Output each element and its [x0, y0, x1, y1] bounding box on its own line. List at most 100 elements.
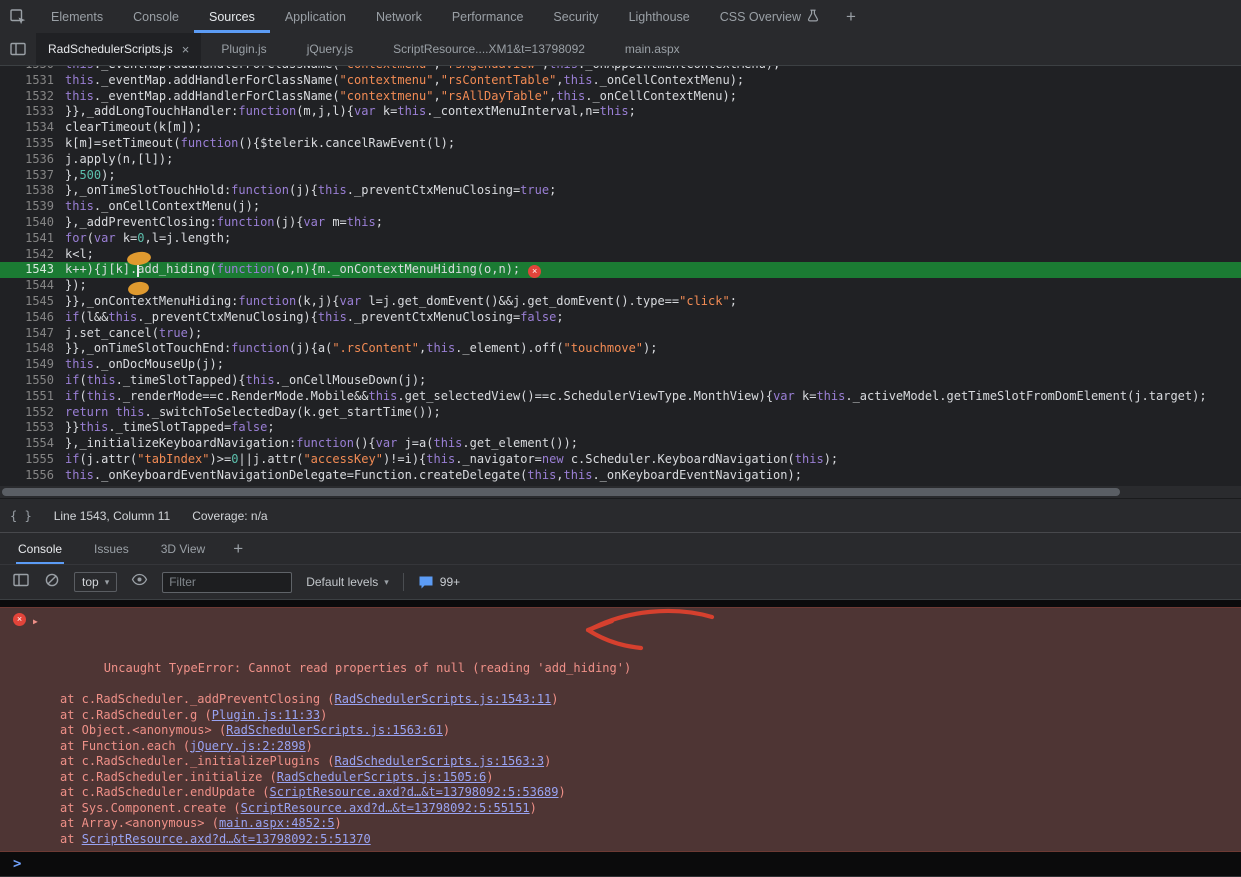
scrollbar-thumb[interactable]: [2, 488, 1120, 496]
code-line: 1551if(this._renderMode==c.RenderMode.Mo…: [0, 389, 1241, 405]
tab-application[interactable]: Application: [270, 0, 361, 33]
sources-file-tabbar: RadSchedulerScripts.js × Plugin.js jQuer…: [0, 33, 1241, 66]
line-number[interactable]: 1553: [0, 420, 62, 436]
code-editor[interactable]: 1530 this._eventMap.addHandlerForClassNam…: [0, 66, 1241, 498]
stack-frame-link[interactable]: RadSchedulerScripts.js:1563:3: [335, 754, 545, 768]
stack-frame: at c.RadScheduler._addPreventClosing (Ra…: [0, 692, 1241, 708]
line-number[interactable]: 1554: [0, 436, 62, 452]
file-tab-jquery[interactable]: jQuery.js: [287, 33, 373, 65]
line-number[interactable]: 1538: [0, 183, 62, 199]
context-selector[interactable]: top ▾: [74, 572, 117, 592]
tab-console[interactable]: Console: [118, 0, 194, 33]
drawer-tab-console[interactable]: Console: [16, 533, 64, 564]
stack-frame-link[interactable]: ScriptResource.axd?d…&t=13798092:5:55151: [241, 801, 530, 815]
line-number[interactable]: 1547: [0, 326, 62, 342]
issues-counter[interactable]: 99+: [418, 575, 460, 590]
code-text: if(j.attr("tabIndex")>=0||j.attr("access…: [65, 452, 838, 468]
line-number[interactable]: 1537: [0, 168, 62, 184]
tab-network[interactable]: Network: [361, 0, 437, 33]
code-line: 1530this._eventMap.addHandlerForClassNam…: [0, 66, 1241, 73]
line-number[interactable]: 1533: [0, 104, 62, 120]
more-tabs-button[interactable]: +: [834, 0, 868, 33]
stack-frame-link[interactable]: Plugin.js:11:33: [212, 708, 320, 722]
line-number[interactable]: 1532: [0, 89, 62, 105]
cursor-position-label: Line 1543, Column 11: [54, 509, 171, 523]
file-tab-plugin[interactable]: Plugin.js: [201, 33, 286, 65]
code-line: 1534clearTimeout(k[m]);: [0, 120, 1241, 136]
drawer-tab-issues[interactable]: Issues: [92, 533, 131, 564]
pretty-print-icon[interactable]: { }: [10, 509, 32, 523]
line-number[interactable]: 1546: [0, 310, 62, 326]
drawer-tab-3d-view[interactable]: 3D View: [159, 533, 207, 564]
tab-sources[interactable]: Sources: [194, 0, 270, 33]
code-text: if(this._timeSlotTapped){this._onCellMou…: [65, 373, 426, 389]
console-prompt[interactable]: >: [0, 852, 1241, 877]
line-number[interactable]: 1543: [0, 262, 62, 278]
expand-arrow-icon[interactable]: ▶: [33, 614, 38, 630]
more-drawer-tabs-button[interactable]: +: [221, 533, 255, 564]
line-number[interactable]: 1551: [0, 389, 62, 405]
tab-label: Lighthouse: [629, 10, 690, 24]
code-text: },_initializeKeyboardNavigation:function…: [65, 436, 578, 452]
line-number[interactable]: 1556: [0, 468, 62, 484]
line-number[interactable]: 1531: [0, 73, 62, 89]
code-text: this._eventMap.addHandlerForClassName("c…: [65, 89, 737, 105]
tab-elements[interactable]: Elements: [36, 0, 118, 33]
code-line: 1543k++){j[k].add_hiding(function(o,n){m…: [0, 262, 1241, 278]
stack-frame: at c.RadScheduler._initializePlugins (Ra…: [0, 754, 1241, 770]
line-number[interactable]: 1542: [0, 247, 62, 263]
stack-frame-link[interactable]: main.aspx:4852:5: [219, 816, 335, 830]
code-text: if(l&&this._preventCtxMenuClosing){this.…: [65, 310, 564, 326]
stack-frame-link[interactable]: RadSchedulerScripts.js:1563:61: [226, 723, 443, 737]
code-line: 1537},500);: [0, 168, 1241, 184]
tab-security[interactable]: Security: [538, 0, 613, 33]
line-number[interactable]: 1535: [0, 136, 62, 152]
line-number[interactable]: 1534: [0, 120, 62, 136]
code-line: 1550if(this._timeSlotTapped){this._onCel…: [0, 373, 1241, 389]
toggle-navigator-icon[interactable]: [0, 33, 36, 65]
line-number[interactable]: 1548: [0, 341, 62, 357]
close-icon[interactable]: ×: [182, 42, 190, 57]
filter-input[interactable]: [162, 572, 292, 593]
live-expression-eye-icon[interactable]: [131, 571, 148, 593]
line-number[interactable]: 1536: [0, 152, 62, 168]
line-number[interactable]: 1541: [0, 231, 62, 247]
line-number[interactable]: 1549: [0, 357, 62, 373]
stack-frame-link[interactable]: jQuery.js:2:2898: [190, 739, 306, 753]
console-sidebar-icon[interactable]: [12, 571, 30, 594]
code-text: if(this._renderMode==c.RenderMode.Mobile…: [65, 389, 1207, 405]
tab-performance[interactable]: Performance: [437, 0, 539, 33]
stack-frame-link[interactable]: ScriptResource.axd?d…&t=13798092:5:51370: [82, 832, 371, 846]
line-number[interactable]: 1544: [0, 278, 62, 294]
code-line: 1546if(l&&this._preventCtxMenuClosing){t…: [0, 310, 1241, 326]
code-line: 1540},_addPreventClosing:function(j){var…: [0, 215, 1241, 231]
line-number[interactable]: 1555: [0, 452, 62, 468]
code-text: for(var k=0,l=j.length;: [65, 231, 231, 247]
tab-css-overview[interactable]: CSS Overview: [705, 0, 834, 33]
tab-lighthouse[interactable]: Lighthouse: [614, 0, 705, 33]
code-line: 1531this._eventMap.addHandlerForClassNam…: [0, 73, 1241, 89]
file-tab-scriptresource[interactable]: ScriptResource....XM1&t=13798092: [373, 33, 605, 65]
line-number[interactable]: 1552: [0, 405, 62, 421]
log-levels-dropdown[interactable]: Default levels ▾: [306, 575, 389, 589]
toolbar-separator: [403, 573, 404, 591]
stack-frame-link[interactable]: ScriptResource.axd?d…&t=13798092:5:53689: [270, 785, 559, 799]
context-selector-value: top: [82, 575, 99, 589]
stack-frame-link[interactable]: RadSchedulerScripts.js:1505:6: [277, 770, 487, 784]
code-text: j.apply(n,[l]);: [65, 152, 173, 168]
code-text: k[m]=setTimeout(function(){$telerik.canc…: [65, 136, 455, 152]
file-tab-radschedulerscripts[interactable]: RadSchedulerScripts.js ×: [36, 33, 201, 65]
inspect-icon[interactable]: [0, 0, 36, 33]
clear-console-icon[interactable]: [44, 572, 60, 593]
line-number[interactable]: 1545: [0, 294, 62, 310]
stack-frame-link[interactable]: RadSchedulerScripts.js:1543:11: [335, 692, 552, 706]
code-line: 1544});: [0, 278, 1241, 294]
line-number[interactable]: 1539: [0, 199, 62, 215]
tab-label: Elements: [51, 10, 103, 24]
line-number[interactable]: 1550: [0, 373, 62, 389]
code-text: },500);: [65, 168, 116, 184]
code-line: 1554},_initializeKeyboardNavigation:func…: [0, 436, 1241, 452]
file-tab-mainaspx[interactable]: main.aspx: [605, 33, 700, 65]
line-number[interactable]: 1540: [0, 215, 62, 231]
line-number[interactable]: 1530: [0, 66, 62, 73]
